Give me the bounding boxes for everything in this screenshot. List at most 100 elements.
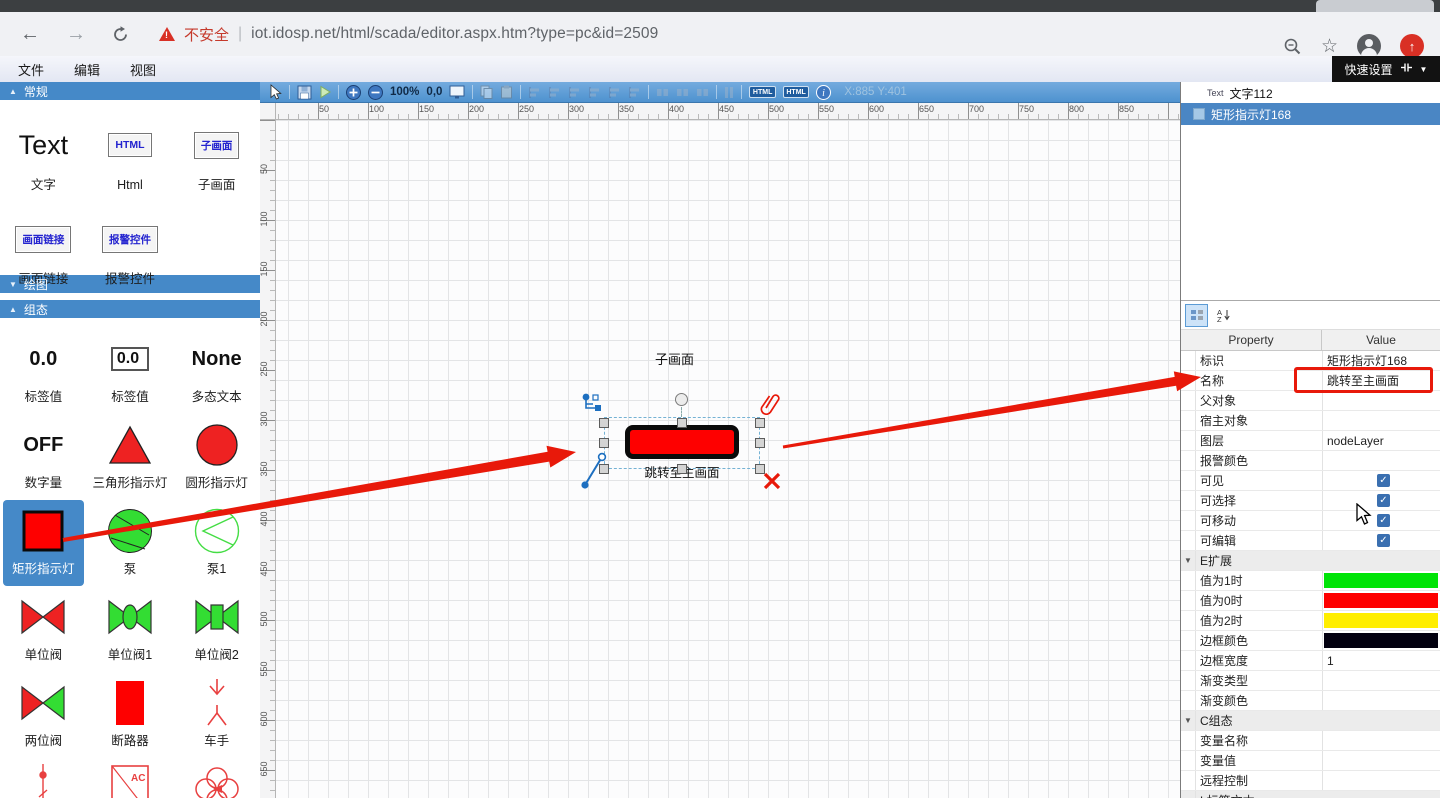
pause-icon[interactable] (724, 86, 734, 99)
url-text[interactable]: iot.idosp.net/html/scada/editor.aspx.htm… (251, 25, 658, 43)
checkbox-checked-icon[interactable]: ✓ (1377, 474, 1390, 487)
property-row-8[interactable]: 可移动✓ (1181, 511, 1440, 531)
palette-item-rect-indicator[interactable]: 矩形指示灯 (3, 500, 84, 586)
align-left-icon[interactable] (528, 86, 541, 99)
property-value[interactable]: ✓ (1323, 471, 1440, 490)
paste-icon[interactable] (500, 85, 513, 99)
property-row-7[interactable]: 可选择✓ (1181, 491, 1440, 511)
property-value[interactable] (1323, 391, 1440, 410)
property-row-9[interactable]: 可编辑✓ (1181, 531, 1440, 551)
property-value[interactable] (1323, 691, 1440, 710)
palette-item-valve-green-rect[interactable]: 单位阀2 (173, 586, 260, 672)
property-value[interactable] (1323, 591, 1440, 610)
sort-alphabetical-button[interactable]: AZ (1212, 304, 1235, 327)
rect-indicator-element[interactable] (625, 425, 739, 459)
same-width-icon[interactable] (656, 86, 669, 99)
align-right-icon[interactable] (568, 86, 581, 99)
checkbox-checked-icon[interactable]: ✓ (1377, 494, 1390, 507)
palette-item-valve-red[interactable]: 单位阀 (0, 586, 87, 672)
h-distribute-icon[interactable] (696, 86, 709, 99)
palette-section-header-config[interactable]: ▲组态 (0, 300, 260, 318)
tree-item-1[interactable]: 矩形指示灯168 (1181, 103, 1440, 125)
property-row-10[interactable]: ▼E扩展 (1181, 551, 1440, 571)
align-top-icon[interactable] (588, 86, 601, 99)
security-warning-label[interactable]: 不安全 (184, 24, 229, 45)
palette-item-triangle-indicator[interactable]: 三角形指示灯 (87, 414, 174, 500)
property-row-17[interactable]: 渐变颜色 (1181, 691, 1440, 711)
palette-item-sample-bold[interactable]: OFF数字量 (0, 414, 87, 500)
property-row-4[interactable]: 图层nodeLayer (1181, 431, 1440, 451)
property-row-22[interactable]: ▼L标签文本 (1181, 791, 1440, 798)
property-value[interactable] (1323, 751, 1440, 770)
property-row-15[interactable]: 边框宽度1 (1181, 651, 1440, 671)
property-row-6[interactable]: 可见✓ (1181, 471, 1440, 491)
palette-item-sample-button[interactable]: 报警控件报警控件 (87, 204, 174, 298)
palette-item-sample-bold[interactable]: None多态文本 (173, 328, 260, 414)
preview-icon[interactable] (449, 85, 465, 99)
align-center-icon[interactable] (548, 86, 561, 99)
property-row-11[interactable]: 值为1时 (1181, 571, 1440, 591)
palette-item-sample-large[interactable]: Text文字 (0, 110, 87, 204)
zoom-in-icon[interactable] (346, 85, 361, 100)
property-value[interactable]: 1 (1323, 651, 1440, 670)
run-icon[interactable] (319, 85, 331, 99)
color-swatch[interactable] (1324, 633, 1438, 648)
property-value[interactable] (1323, 451, 1440, 470)
palette-item-pump[interactable]: 泵 (87, 500, 174, 586)
property-row-5[interactable]: 报警颜色 (1181, 451, 1440, 471)
bookmark-star-icon[interactable]: ☆ (1321, 35, 1338, 58)
color-swatch[interactable] (1324, 593, 1438, 608)
property-value[interactable] (1323, 671, 1440, 690)
palette-item-sample-boxed[interactable]: 0.0标签值 (87, 328, 174, 414)
palette-item-pump-outline[interactable]: 泵1 (173, 500, 260, 586)
html-badge-icon[interactable]: HTML (783, 86, 809, 98)
palette-item-sample-bold[interactable]: 0.0标签值 (0, 328, 87, 414)
subscreen-text-element[interactable]: 子画面 (655, 349, 694, 368)
property-row-3[interactable]: 宿主对象 (1181, 411, 1440, 431)
property-value[interactable] (1323, 731, 1440, 750)
select-cursor-icon[interactable] (269, 84, 282, 100)
property-row-12[interactable]: 值为0时 (1181, 591, 1440, 611)
quick-settings-button[interactable]: 快速设置 ▼ (1332, 56, 1440, 82)
html-badge-icon[interactable]: HTML (749, 86, 775, 98)
palette-item-valve-two-color[interactable]: 两位阀 (0, 672, 87, 758)
property-row-14[interactable]: 边框颜色 (1181, 631, 1440, 651)
palette-item-pt[interactable]: PT (173, 758, 260, 798)
property-value[interactable] (1323, 771, 1440, 790)
property-value[interactable] (1323, 631, 1440, 650)
palette-item-sample-button[interactable]: 子画面子画面 (173, 110, 260, 204)
checkbox-checked-icon[interactable]: ✓ (1377, 514, 1390, 527)
palette-item-valve-green-ellipse[interactable]: 单位阀1 (87, 586, 174, 672)
menu-item-2[interactable]: 视图 (130, 60, 156, 79)
collapse-arrow-icon[interactable]: ▼ (1184, 716, 1192, 725)
resize-handle[interactable] (755, 438, 765, 448)
delete-x-icon[interactable] (762, 471, 782, 491)
profile-icon[interactable] (1357, 34, 1381, 58)
property-value[interactable]: ✓ (1323, 491, 1440, 510)
property-value[interactable]: ✓ (1323, 511, 1440, 530)
menu-item-0[interactable]: 文件 (18, 60, 44, 79)
property-row-13[interactable]: 值为2时 (1181, 611, 1440, 631)
property-value[interactable] (1323, 411, 1440, 430)
browser-tab[interactable] (1316, 0, 1434, 12)
resize-handle[interactable] (599, 418, 609, 428)
palette-item-circle-indicator[interactable]: 圆形指示灯 (173, 414, 260, 500)
palette-item-inverter[interactable]: ACDC逆变器 (87, 758, 174, 798)
property-row-19[interactable]: 变量名称 (1181, 731, 1440, 751)
browser-update-icon[interactable]: ↑ (1400, 34, 1424, 58)
property-row-21[interactable]: 远程控制 (1181, 771, 1440, 791)
checkbox-checked-icon[interactable]: ✓ (1377, 534, 1390, 547)
color-swatch[interactable] (1324, 573, 1438, 588)
property-value[interactable]: nodeLayer (1323, 431, 1440, 450)
align-middle-icon[interactable] (608, 86, 621, 99)
line-tool-icon[interactable] (578, 451, 608, 493)
palette-item-sample-button[interactable]: HTMLHtml (87, 110, 174, 204)
property-row-18[interactable]: ▼C组态 (1181, 711, 1440, 731)
palette-item-hand-lever[interactable]: 车手 (173, 672, 260, 758)
property-value[interactable] (1323, 571, 1440, 590)
palette-item-breaker[interactable]: 断路器 (87, 672, 174, 758)
chevron-down-icon[interactable]: ▼ (1420, 65, 1428, 74)
tree-item-0[interactable]: Text文字112 (1181, 85, 1440, 101)
dock-panels-icon[interactable] (1400, 61, 1413, 77)
property-value[interactable] (1323, 611, 1440, 630)
